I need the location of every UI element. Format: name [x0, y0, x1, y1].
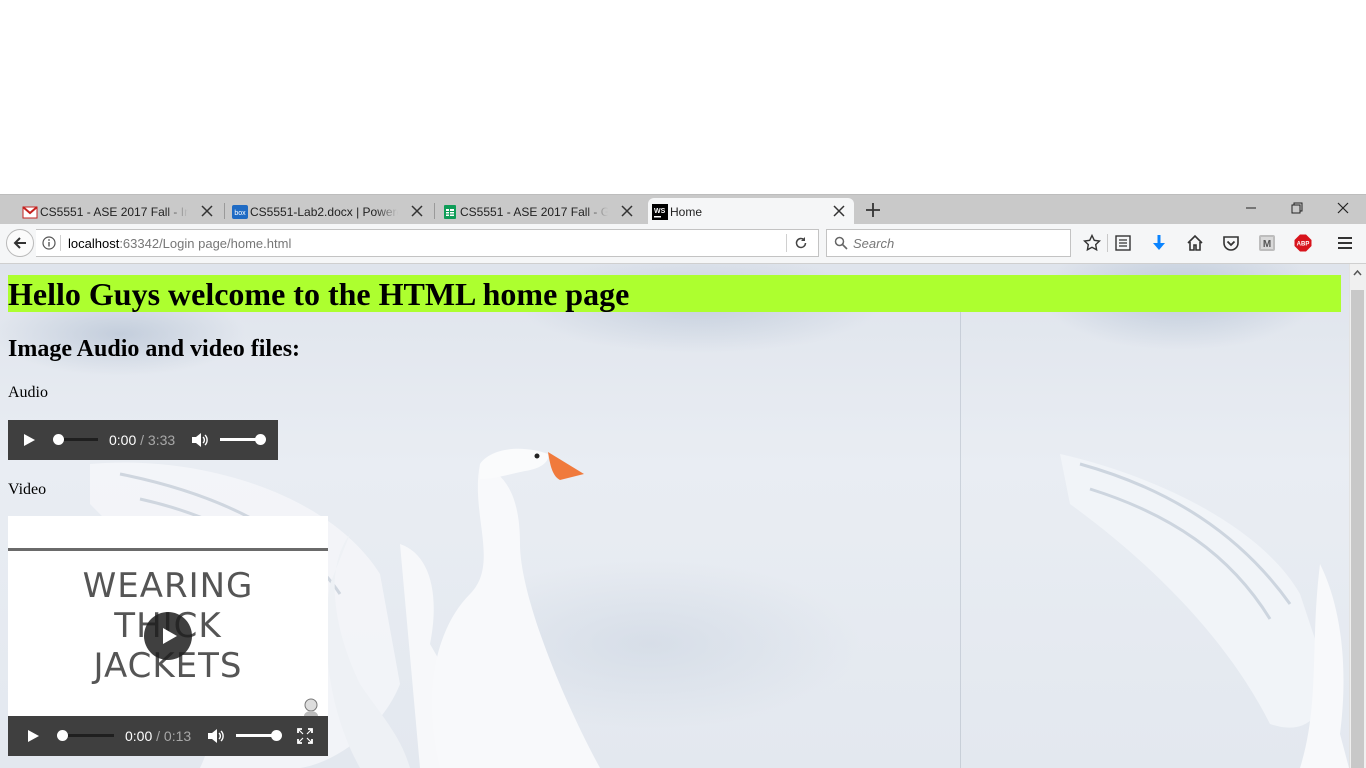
video-label: Video [8, 481, 47, 498]
audio-player[interactable]: 0:00 / 3:33 [8, 420, 278, 460]
search-icon [834, 236, 848, 250]
play-icon [163, 628, 177, 644]
video-duration: / 0:13 [152, 728, 192, 744]
close-icon[interactable] [410, 204, 424, 218]
scroll-up-arrow-icon[interactable] [1351, 266, 1364, 280]
video-play-overlay-button[interactable] [144, 612, 192, 660]
background-tile-seam [960, 312, 961, 768]
url-bar[interactable]: localhost:63342/Login page/home.html [36, 229, 819, 257]
bookmark-star-icon[interactable] [1083, 234, 1101, 252]
svg-text:box: box [234, 210, 246, 217]
video-volume-knob[interactable] [271, 730, 282, 741]
close-window-icon[interactable] [1320, 196, 1366, 220]
section-heading: Image Audio and video files: [8, 336, 301, 362]
box-icon: box [232, 205, 248, 219]
close-icon[interactable] [620, 204, 634, 218]
search-input[interactable]: Search [826, 229, 1071, 257]
video-controls: 0:00 / 0:13 [8, 716, 328, 756]
tab-label: Home [670, 204, 703, 219]
menu-icon[interactable] [1336, 234, 1354, 252]
restore-icon[interactable] [1274, 196, 1320, 220]
tab-sheets[interactable]: CS5551 - ASE 2017 Fall - Goo [438, 198, 642, 225]
page-title: Hello Guys welcome to the HTML home page [8, 276, 630, 312]
close-icon[interactable] [200, 204, 214, 218]
home-icon[interactable] [1186, 234, 1204, 252]
tab-gmail[interactable]: CS5551 - ASE 2017 Fall - Invit [18, 198, 222, 225]
extension-m-icon[interactable]: M [1258, 234, 1276, 252]
tab-label: CS5551 - ASE 2017 Fall - Goo [460, 204, 608, 219]
blank-area [0, 0, 1366, 194]
video-time: 0:00 / 0:13 [125, 728, 191, 744]
video-seek-track[interactable] [62, 734, 114, 737]
video-seek-knob[interactable] [57, 730, 68, 741]
close-icon[interactable] [832, 204, 846, 218]
page-content: Hello Guys welcome to the HTML home page… [0, 264, 1349, 768]
tab-separator [434, 203, 435, 219]
search-placeholder: Search [853, 236, 895, 251]
volume-icon[interactable] [191, 432, 209, 448]
play-icon[interactable] [26, 729, 40, 743]
video-player[interactable]: WEARING THICK JACKETS 0:00 / 0:13 [8, 516, 328, 756]
svg-text:M: M [1263, 239, 1271, 250]
download-icon[interactable] [1150, 234, 1168, 252]
url-path: :63342/Login page/home.html [119, 236, 292, 251]
tab-box[interactable]: box CS5551-Lab2.docx | Powered [228, 198, 432, 225]
pocket-icon[interactable] [1222, 234, 1240, 252]
abp-label: ABP [1297, 242, 1310, 248]
info-icon[interactable] [42, 236, 56, 250]
audio-current-time: 0:00 [109, 432, 137, 448]
svg-text:WS: WS [654, 208, 666, 215]
play-icon[interactable] [22, 433, 36, 447]
reload-icon[interactable] [794, 236, 808, 250]
url-text[interactable]: localhost:63342/Login page/home.html [68, 236, 291, 251]
tab-label: CS5551-Lab2.docx | Powered [250, 204, 398, 219]
new-tab-icon[interactable] [864, 201, 882, 219]
webstorm-icon: WS [652, 204, 668, 220]
audio-seek-knob[interactable] [53, 434, 64, 445]
google-sheets-icon [444, 205, 456, 219]
gmail-icon [22, 206, 38, 219]
url-divider [60, 235, 61, 251]
page-heading-banner: Hello Guys welcome to the HTML home page [8, 275, 1341, 312]
back-button[interactable] [6, 229, 34, 257]
poster-line: WEARING [82, 566, 254, 606]
audio-label: Audio [8, 384, 48, 401]
tab-home[interactable]: WS Home [648, 198, 854, 225]
tab-label: CS5551 - ASE 2017 Fall - Invit [40, 204, 188, 219]
avatar-icon [304, 698, 318, 716]
audio-volume-knob[interactable] [255, 434, 266, 445]
adblock-plus-icon[interactable]: ABP [1294, 234, 1312, 252]
video-current-time: 0:00 [125, 728, 153, 744]
reader-list-icon[interactable] [1114, 234, 1132, 252]
back-arrow-icon [13, 237, 26, 249]
toolbar-divider [1107, 234, 1108, 252]
video-poster-border [8, 548, 328, 551]
url-host: localhost [68, 236, 120, 251]
url-divider [786, 234, 787, 252]
scrollbar-thumb[interactable] [1351, 290, 1364, 768]
fullscreen-icon[interactable] [297, 728, 313, 744]
tab-strip: CS5551 - ASE 2017 Fall - Invit box CS555… [0, 194, 1366, 225]
audio-time: 0:00 / 3:33 [109, 432, 175, 448]
volume-icon[interactable] [207, 728, 225, 744]
audio-duration: / 3:33 [136, 432, 176, 448]
minimize-icon[interactable] [1228, 196, 1274, 220]
tab-separator [224, 203, 225, 219]
